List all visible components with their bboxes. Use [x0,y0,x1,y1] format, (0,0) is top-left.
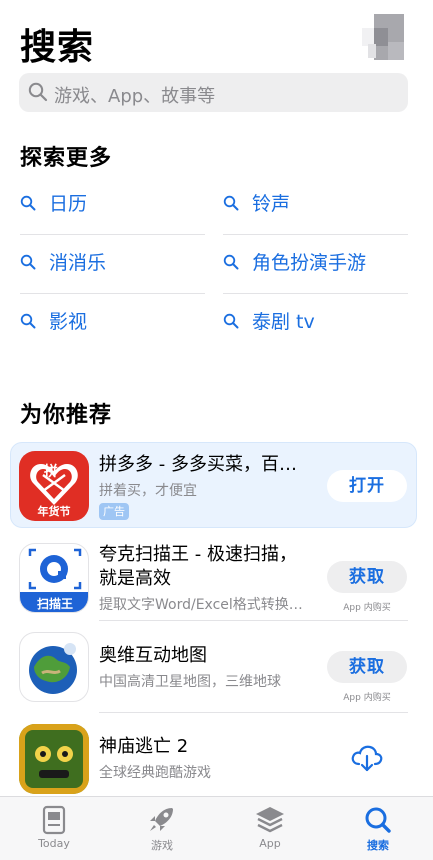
suggestion-label: 影视 [49,311,88,333]
divider [99,712,408,713]
suggestion-item[interactable]: 影视 [20,294,205,352]
get-button[interactable]: 获取 [327,561,407,593]
search-placeholder: 游戏、App、故事等 [54,86,216,107]
search-icon [365,807,391,833]
app-name-line2[interactable]: 就是高效 [99,567,171,591]
avatar[interactable] [362,14,406,60]
search-icon [20,313,36,329]
search-icon [223,313,239,329]
tab-today[interactable]: Today [0,797,108,860]
app-subtitle: 提取文字Word/Excel格式转换… [99,597,303,613]
suggestion-item[interactable]: 日历 [20,176,205,234]
suggestion-label: 角色扮演手游 [252,252,367,274]
temple-run-icon [19,724,89,794]
tab-apps[interactable]: App [216,797,324,860]
in-app-purchase-note: App 内购买 [343,693,391,703]
suggestion-label: 泰剧 tv [252,311,315,333]
search-icon [20,254,36,270]
pinduoduo-icon: 拼 年货节 [19,451,89,521]
app-name[interactable]: 神庙逃亡 2 [99,735,188,759]
app-name[interactable]: 奥维互动地图 [99,644,207,668]
suggestion-item[interactable]: 铃声 [223,176,408,234]
pinduoduo-icon-char: 拼 [44,464,58,480]
suggestion-label: 消消乐 [49,252,107,274]
quark-scanner-icon: 扫描王 [19,543,89,613]
ovi-map-icon [19,632,89,702]
app-name[interactable]: 拼多多 - 多多买菜，百… [99,453,297,477]
discover-title: 探索更多 [20,146,113,171]
search-icon [20,195,36,211]
recommend-title: 为你推荐 [20,403,113,428]
suggestion-label: 铃声 [252,193,291,215]
tab-bar: Today 游戏 App 搜索 [0,796,433,860]
pinduoduo-icon-caption: 年货节 [37,505,71,518]
app-subtitle: 全球经典跑酷游戏 [99,765,211,781]
app-stack-icon [256,807,284,833]
page-title: 搜索 [20,27,95,68]
search-icon [28,82,48,102]
suggestion-item[interactable]: 消消乐 [20,235,205,293]
search-icon [223,195,239,211]
tab-label: App [259,837,281,850]
app-name-line1[interactable]: 夸克扫描王 - 极速扫描， [99,543,297,567]
search-input[interactable]: 游戏、App、故事等 [19,73,408,112]
tab-label: Today [38,837,70,850]
rocket-icon [150,808,173,831]
divider [99,620,408,621]
tab-label: 搜索 [367,839,389,852]
get-button[interactable]: 获取 [327,651,407,683]
today-icon [42,805,66,835]
cloud-download-icon[interactable] [350,743,384,773]
tab-search[interactable]: 搜索 [324,797,432,860]
open-button[interactable]: 打开 [327,470,407,502]
app-subtitle: 中国高清卫星地图，三维地球 [99,674,281,690]
suggestion-item[interactable]: 泰剧 tv [223,294,408,352]
suggestion-item[interactable]: 角色扮演手游 [223,235,408,293]
in-app-purchase-note: App 内购买 [343,603,391,613]
tab-games[interactable]: 游戏 [108,797,216,860]
tab-label: 游戏 [151,839,173,852]
app-subtitle: 拼着买，才便宜 [99,483,197,499]
ad-badge: 广告 [99,503,129,520]
quark-scanner-icon-caption: 扫描王 [36,597,73,611]
suggestion-label: 日历 [49,193,88,215]
search-icon [223,254,239,270]
